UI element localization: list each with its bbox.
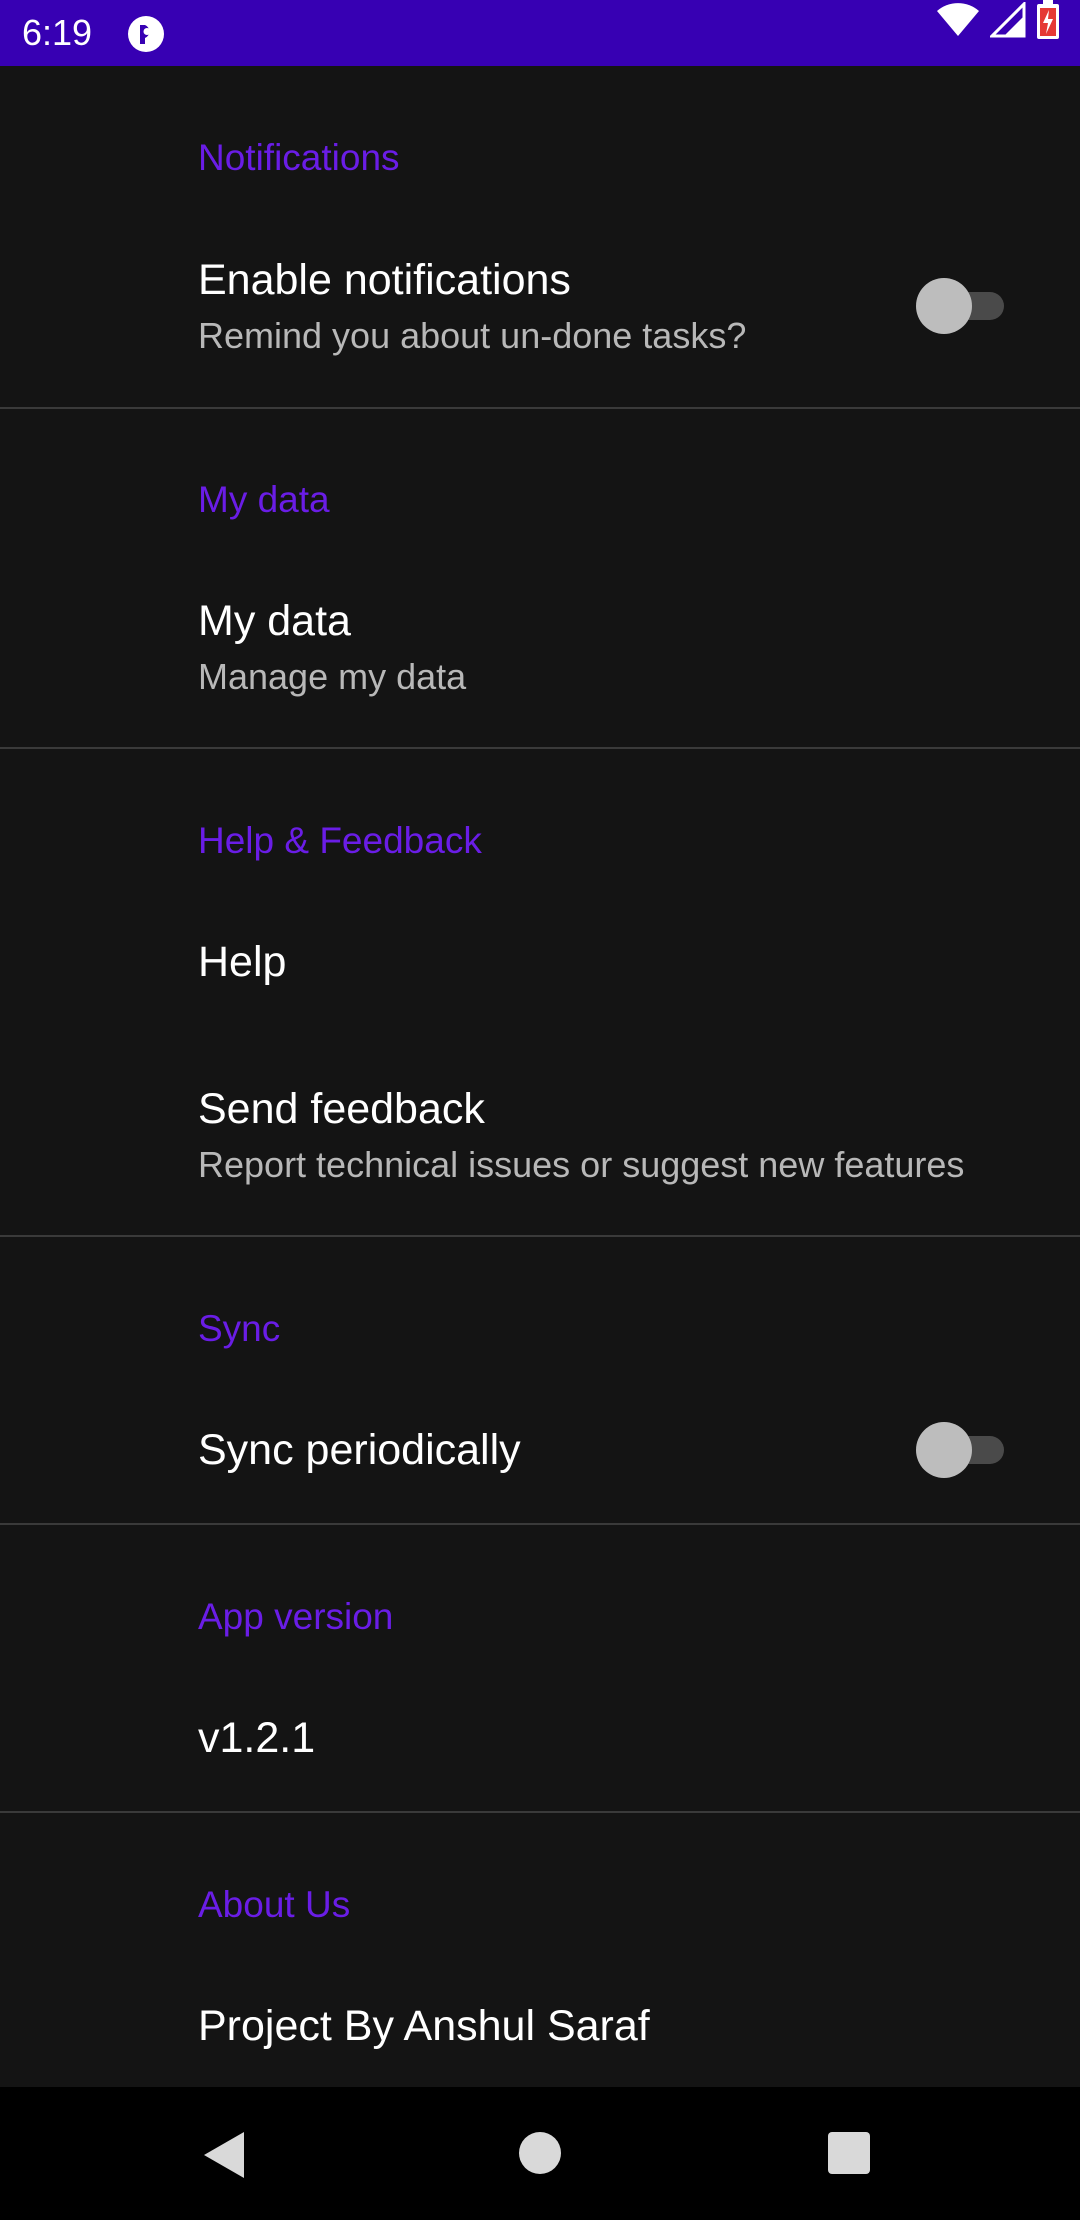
category-my-data: My data (198, 479, 330, 520)
home-icon[interactable] (519, 2132, 561, 2174)
category-about-us: About Us (198, 1884, 351, 1925)
notifications-toggle[interactable] (916, 276, 1006, 336)
sync-toggle[interactable] (916, 1420, 1006, 1480)
battery-charging-icon (1037, 0, 1059, 39)
app-notification-icon (128, 16, 164, 52)
recents-icon[interactable] (828, 2132, 870, 2174)
switch-thumb (916, 1422, 972, 1478)
divider (0, 1523, 1080, 1525)
app-version-value: v1.2.1 (198, 1714, 316, 1762)
category-sync: Sync (198, 1308, 281, 1349)
navigation-bar (0, 2087, 1080, 2220)
divider (0, 407, 1080, 409)
divider (0, 747, 1080, 749)
status-time: 6:19 (22, 12, 93, 53)
category-app-version: App version (198, 1596, 394, 1637)
pref-title: My data (198, 597, 351, 645)
pref-summary: Remind you about un-done tasks? (198, 315, 747, 356)
signal-icon (990, 2, 1026, 38)
pref-title: Send feedback (198, 1085, 485, 1133)
pref-summary: Manage my data (198, 656, 467, 697)
category-notifications: Notifications (198, 137, 400, 178)
about-value: Project By Anshul Saraf (198, 2002, 650, 2050)
pref-title: Enable notifications (198, 256, 571, 304)
switch-thumb (916, 278, 972, 334)
pref-summary: Report technical issues or suggest new f… (198, 1144, 965, 1185)
status-bar: 6:19 (0, 0, 1080, 66)
pref-title: Sync periodically (198, 1426, 521, 1474)
wifi-icon (937, 3, 979, 36)
divider (0, 1811, 1080, 1813)
category-help-feedback: Help & Feedback (198, 820, 482, 861)
back-icon[interactable] (202, 2130, 246, 2180)
pref-title: Help (198, 938, 287, 986)
divider (0, 1235, 1080, 1237)
settings-screen: 6:19 Notifications Enable notifications … (0, 0, 1080, 2220)
